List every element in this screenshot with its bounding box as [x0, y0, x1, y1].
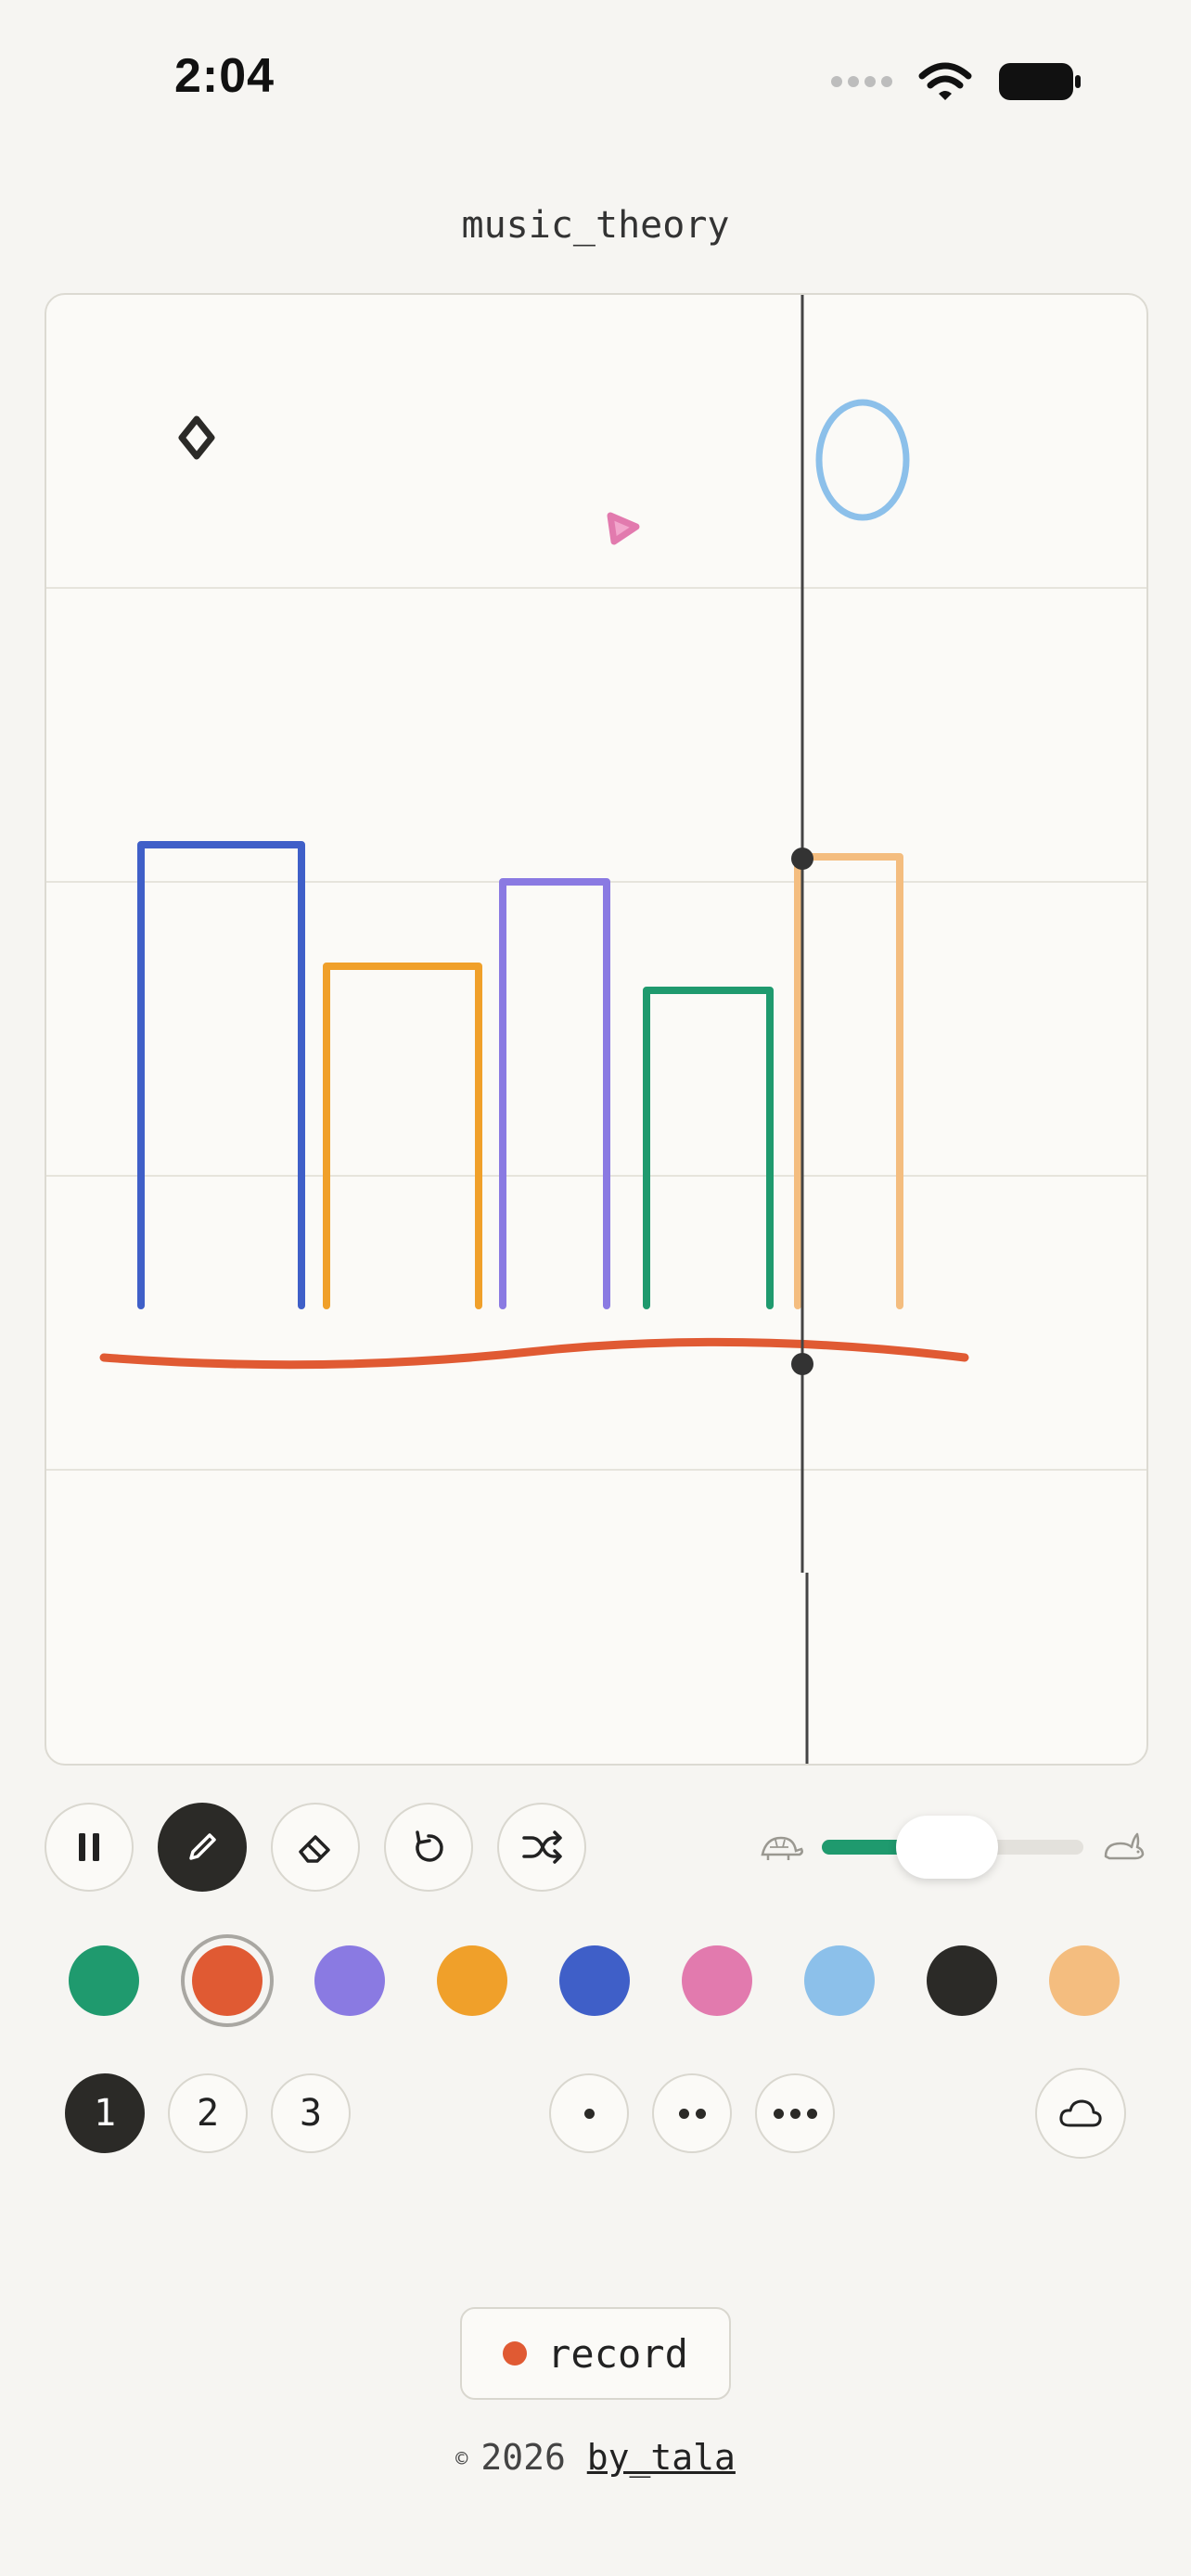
- turtle-icon: [761, 1836, 803, 1860]
- rabbit-icon: [1104, 1832, 1145, 1860]
- undo-button[interactable]: [384, 1803, 473, 1892]
- dot-icon: [806, 2108, 817, 2119]
- bar-stroke-peach: [794, 853, 903, 1309]
- cellular-icon: [831, 76, 892, 87]
- staff-lines: [46, 587, 1146, 1471]
- dot-icon: [695, 2108, 706, 2119]
- layer-button-3[interactable]: 3: [271, 2073, 351, 2153]
- drawing-canvas[interactable]: [45, 293, 1148, 1766]
- dot-icon: [678, 2108, 689, 2119]
- bar-stroke-purple: [499, 878, 610, 1309]
- color-swatch-red-orange[interactable]: [192, 1945, 263, 2016]
- record-button[interactable]: record: [460, 2307, 731, 2400]
- shuffle-button[interactable]: [497, 1803, 586, 1892]
- battery-icon: [999, 63, 1081, 100]
- color-swatch-black[interactable]: [927, 1945, 997, 2016]
- bar-stroke-orange: [323, 963, 482, 1309]
- color-swatch-blue[interactable]: [559, 1945, 630, 2016]
- color-swatch-green[interactable]: [69, 1945, 139, 2016]
- brush-size-small-button[interactable]: [549, 2073, 629, 2153]
- draw-button[interactable]: [158, 1803, 247, 1892]
- copyright-symbol: ©: [455, 2448, 468, 2471]
- footer: © 2026 by_tala: [0, 2437, 1191, 2478]
- dot-icon: [773, 2108, 784, 2119]
- triangle-stroke: [607, 512, 640, 545]
- color-swatch-peach[interactable]: [1049, 1945, 1120, 2016]
- pause-button[interactable]: [45, 1803, 134, 1892]
- undo-icon: [416, 1830, 443, 1862]
- color-swatch-purple[interactable]: [314, 1945, 385, 2016]
- color-swatch-pink[interactable]: [682, 1945, 752, 2016]
- eraser-button[interactable]: [271, 1803, 360, 1892]
- color-swatch-orange[interactable]: [437, 1945, 507, 2016]
- canvas-svg: [46, 295, 1146, 1764]
- record-dot-icon: [503, 2341, 528, 2366]
- status-time: 2:04: [174, 49, 275, 103]
- cloud-button[interactable]: [1035, 2068, 1126, 2159]
- eraser-icon: [299, 1835, 330, 1863]
- dot-icon: [789, 2108, 800, 2119]
- playhead-node: [791, 1353, 813, 1375]
- color-swatch-light-blue[interactable]: [804, 1945, 875, 2016]
- circle-stroke: [815, 399, 910, 521]
- pause-icon: [79, 1833, 99, 1861]
- document-title: music_theory: [461, 204, 730, 247]
- baseline-stroke: [99, 1337, 969, 1370]
- brush-size-medium-button[interactable]: [652, 2073, 732, 2153]
- layer-button-1[interactable]: 1: [65, 2073, 145, 2153]
- tempo-slider-thumb[interactable]: [896, 1816, 999, 1879]
- dot-icon: [583, 2108, 595, 2119]
- shuffle-icon: [522, 1830, 562, 1864]
- playhead-node: [791, 848, 813, 870]
- brush-size-large-button[interactable]: [755, 2073, 835, 2153]
- wifi-icon: [918, 62, 972, 100]
- author-link[interactable]: by_tala: [587, 2437, 736, 2478]
- pencil-icon: [189, 1833, 216, 1860]
- footer-year: 2026: [480, 2437, 566, 2478]
- layer-button-2[interactable]: 2: [168, 2073, 248, 2153]
- bar-stroke-green: [643, 987, 774, 1309]
- status-icons: [829, 61, 1082, 102]
- record-label: record: [547, 2330, 688, 2377]
- diamond-stroke: [178, 415, 215, 460]
- bar-stroke-blue: [137, 841, 305, 1309]
- cloud-icon: [1059, 2099, 1102, 2127]
